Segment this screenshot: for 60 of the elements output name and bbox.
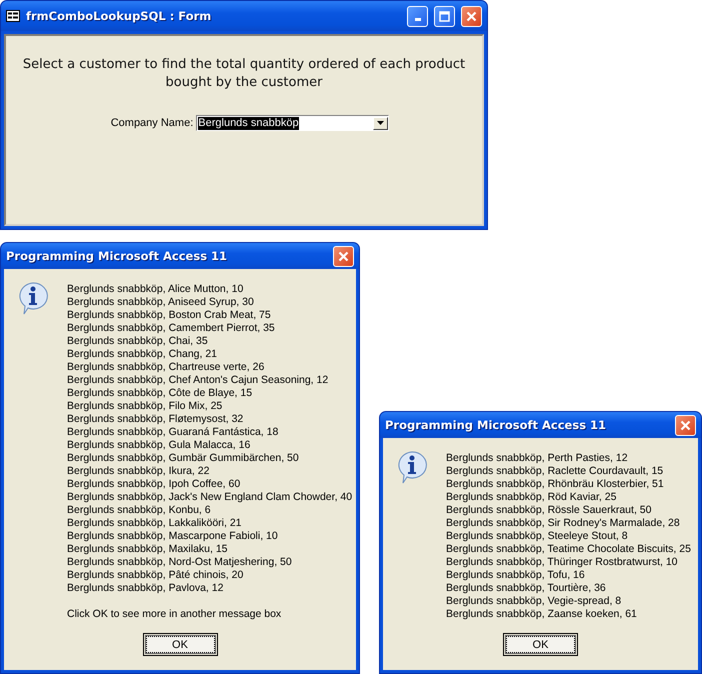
- result-line: Berglunds snabbköp, Ikura, 22: [67, 465, 210, 478]
- result-line: Berglunds snabbköp, Jack's New England Clam Chowder, 40: [67, 491, 352, 504]
- dialog-title: Programming Microsoft Access 11: [6, 249, 228, 263]
- form-icon: [6, 10, 20, 22]
- result-line: Berglunds snabbköp, Pâté chinois, 20: [67, 569, 244, 582]
- window-title: frmComboLookupSQL : Form: [26, 9, 212, 23]
- close-icon: [680, 420, 691, 430]
- result-line: Berglunds snabbköp, Thüringer Rostbratwurst, 10: [446, 556, 679, 569]
- result-line: Berglunds snabbköp, Aniseed Syrup, 30: [67, 296, 255, 309]
- result-line: Berglunds snabbköp, Maxilaku, 15: [67, 543, 229, 556]
- result-line: Berglunds snabbköp, Mascarpone Fabioli, 10: [67, 530, 279, 543]
- result-line: Berglunds snabbköp, Gula Malacca, 16: [67, 439, 252, 452]
- dialog-title: Programming Microsoft Access 11: [385, 418, 608, 432]
- note-text: Click OK to see more in another message box: [67, 608, 282, 621]
- dropdown-button[interactable]: [373, 116, 388, 130]
- result-line: Berglunds snabbköp, Fløtemysost, 32: [67, 413, 244, 426]
- result-line: Berglunds snabbköp, Lakkalikööri, 21: [67, 517, 243, 530]
- ok-button[interactable]: OK: [142, 633, 218, 656]
- close-button[interactable]: [675, 414, 696, 436]
- result-line: Berglunds snabbköp, Chai, 35: [67, 335, 209, 348]
- result-line: Berglunds snabbköp, Röd Kaviar, 25: [446, 491, 618, 504]
- close-icon: [466, 10, 477, 22]
- field-label: Company Name:: [110, 117, 194, 129]
- result-line: Berglunds snabbköp, Steeleye Stout, 8: [446, 530, 629, 543]
- maximize-button[interactable]: [434, 6, 455, 26]
- result-line: Berglunds snabbköp, Pavlova, 12: [67, 582, 224, 595]
- result-line: Berglunds snabbköp, Alice Mutton, 10: [67, 283, 244, 296]
- instructions-text: Select a customer to find the total quantity ordered of each product bought by the customer: [22, 56, 466, 92]
- result-line: Berglunds snabbköp, Nord-Ost Matjeshering, 50: [67, 556, 293, 569]
- result-line: Berglunds snabbköp, Camembert Pierrot, 35: [67, 322, 276, 335]
- maximize-icon: [439, 10, 450, 22]
- minimize-button[interactable]: [407, 6, 428, 26]
- result-line: Berglunds snabbköp, Côte de Blaye, 15: [67, 387, 254, 400]
- minimize-icon: [414, 18, 420, 20]
- result-line: Berglunds snabbköp, Zaanse koeken, 61: [446, 608, 638, 621]
- company-name-combo[interactable]: Berglunds snabbköp: [196, 115, 390, 131]
- result-line: Berglunds snabbköp, Rhönbräu Klosterbier, 51: [446, 478, 665, 491]
- caret-icon: [377, 121, 384, 125]
- selected-value: Berglunds snabbköp: [198, 116, 299, 130]
- result-line: Berglunds snabbköp, Perth Pasties, 12: [446, 452, 629, 465]
- close-button[interactable]: [333, 246, 354, 266]
- result-line: Berglunds snabbköp, Sir Rodney's Marmalade, 28: [446, 517, 681, 530]
- close-icon: [338, 250, 349, 262]
- result-line: Berglunds snabbköp, Chef Anton's Cajun Seasoning, 12: [67, 374, 330, 387]
- result-line: Berglunds snabbköp, Tofu, 16: [446, 569, 586, 582]
- result-line: Berglunds snabbköp, Konbu, 6: [67, 504, 212, 517]
- result-line: Berglunds snabbköp, Teatime Chocolate Biscuits, 25: [446, 543, 691, 556]
- result-line: Berglunds snabbköp, Gumbär Gummibärchen, 50: [67, 452, 300, 465]
- result-line: Berglunds snabbköp, Chang, 21: [67, 348, 218, 361]
- ok-button[interactable]: OK: [503, 633, 578, 656]
- result-line: Berglunds snabbköp, Chartreuse verte, 26: [67, 361, 266, 374]
- result-line: Berglunds snabbköp, Vegie-spread, 8: [446, 595, 622, 608]
- result-line: Berglunds snabbköp, Raclette Courdavault, 15: [446, 465, 664, 478]
- close-button[interactable]: [461, 6, 482, 26]
- result-line: Berglunds snabbköp, Filo Mix, 25: [67, 400, 224, 413]
- result-line: Berglunds snabbköp, Tourtière, 36: [446, 582, 607, 595]
- result-line: Berglunds snabbköp, Ipoh Coffee, 60: [67, 478, 242, 491]
- result-line: Berglunds snabbköp, Rössle Sauerkraut, 50: [446, 504, 652, 517]
- result-line: Berglunds snabbköp, Boston Crab Meat, 75: [67, 309, 272, 322]
- result-line: Berglunds snabbköp, Guaraná Fantástica, 18: [67, 426, 280, 439]
